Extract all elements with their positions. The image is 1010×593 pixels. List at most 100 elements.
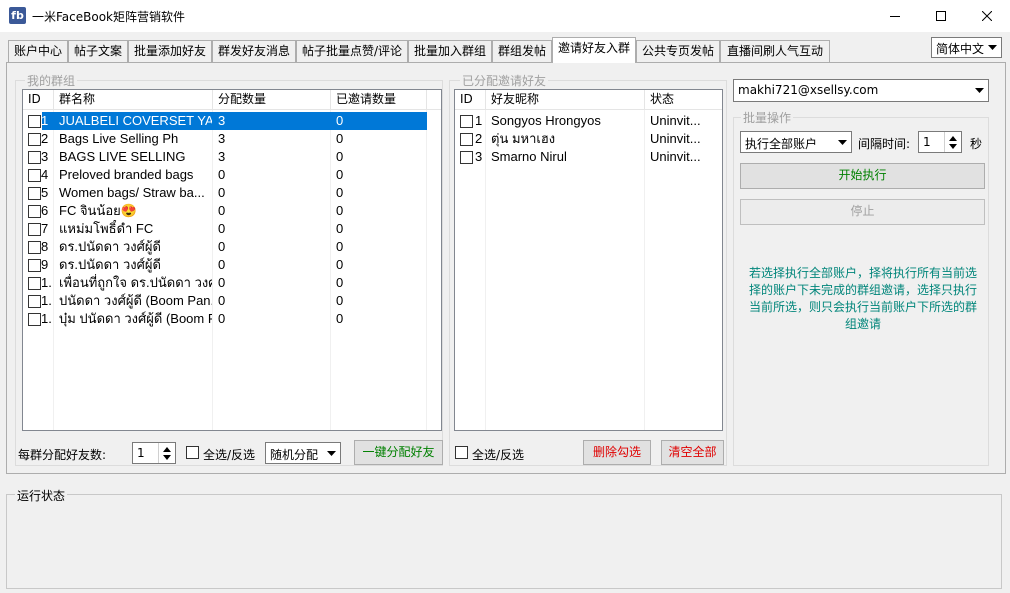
group-assigned-cell: 0 xyxy=(218,167,226,182)
run-mode-value: 执行全部账户 xyxy=(745,137,818,151)
group-invited-cell: 0 xyxy=(336,167,344,182)
col-friend-status[interactable]: 状态 xyxy=(645,90,722,110)
minimize-icon xyxy=(890,16,900,17)
group-id-cell: 3 xyxy=(41,149,49,164)
group-id-cell: 7 xyxy=(41,221,49,236)
per-group-count-label: 每群分配好友数: xyxy=(18,448,107,462)
select-all-friends-label[interactable]: 全选/反选 xyxy=(472,446,524,463)
language-dropdown-button[interactable] xyxy=(984,38,1001,57)
tab-batch-join-groups[interactable]: 批量加入群组 xyxy=(408,40,492,62)
tab-batch-add-friends[interactable]: 批量添加好友 xyxy=(128,40,212,62)
group-name-cell: ดร.ปนัดดา วงศ์ผู้ดี xyxy=(59,239,161,254)
col-friend-nickname[interactable]: 好友昵称 xyxy=(486,90,645,110)
window-title: 一米FaceBook矩阵营销软件 xyxy=(32,10,186,24)
group-invited-cell: 0 xyxy=(336,131,344,146)
tab-live-room-boost[interactable]: 直播间刷人气互动 xyxy=(720,40,830,62)
maximize-icon xyxy=(936,11,946,21)
stepper-buttons[interactable] xyxy=(158,443,175,463)
chevron-down-icon xyxy=(838,140,847,145)
close-button[interactable] xyxy=(964,0,1010,32)
group-row[interactable]: 9 ดร.ปนัดดา วงศ์ผู้ดี 0 0 xyxy=(23,256,441,274)
group-row[interactable]: 1 JUALBELI COVERSET YA... 3 0 xyxy=(23,112,441,130)
friend-nickname-cell: Smarno Nirul xyxy=(491,149,567,164)
interval-stepper[interactable]: 1 xyxy=(918,131,962,153)
clear-all-button[interactable]: 清空全部 xyxy=(661,440,724,465)
select-all-friends-checkbox[interactable] xyxy=(455,446,468,459)
assigned-friends-list[interactable]: ID 好友昵称 状态 1 Songyos Hrongyos Uninvit... 2 ต… xyxy=(454,89,723,431)
my-groups-header: ID 群名称 分配数量 已邀请数量 xyxy=(23,90,441,110)
interval-label: 间隔时间: xyxy=(858,137,911,151)
group-row[interactable]: 6 FC จินน้อย😍 0 0 xyxy=(23,202,441,220)
tab-page-post[interactable]: 公共专页发帖 xyxy=(636,40,720,62)
col-id[interactable]: ID xyxy=(23,90,54,110)
per-group-count-stepper[interactable]: 1 xyxy=(132,442,176,464)
select-all-groups-label[interactable]: 全选/反选 xyxy=(203,446,255,463)
friend-row[interactable]: 1 Songyos Hrongyos Uninvit... xyxy=(455,112,722,130)
group-invited-cell: 0 xyxy=(336,113,344,128)
group-row[interactable]: 3 BAGS LIVE SELLING 3 0 xyxy=(23,148,441,166)
group-row[interactable]: 1. บุ๋ม ปนัดดา วงศ์ผู้ดี (Boom P... 0 0 xyxy=(23,310,441,328)
account-dropdown-button[interactable] xyxy=(971,80,988,101)
tab-mass-message[interactable]: 群发好友消息 xyxy=(212,40,296,62)
delete-checked-button[interactable]: 删除勾选 xyxy=(583,440,651,465)
friend-id-cell: 2 xyxy=(475,131,483,146)
group-id-cell: 2 xyxy=(41,131,49,146)
tab-account-center[interactable]: 账户中心 xyxy=(8,40,68,62)
distribution-dropdown-button[interactable] xyxy=(323,443,340,463)
chevron-down-icon[interactable] xyxy=(163,455,171,460)
group-name-cell: JUALBELI COVERSET YA... xyxy=(59,113,212,128)
one-click-assign-button[interactable]: 一键分配好友 xyxy=(354,440,443,465)
chevron-up-icon[interactable] xyxy=(163,447,171,452)
friend-row[interactable]: 2 ตุ่น มหาเฮง Uninvit... xyxy=(455,130,722,148)
col-invited-count[interactable]: 已邀请数量 xyxy=(331,90,427,110)
my-groups-legend: 我的群组 xyxy=(25,72,78,89)
account-select[interactable]: makhi721@xsellsy.com xyxy=(733,79,989,102)
group-invited-cell: 0 xyxy=(336,275,344,290)
chevron-down-icon[interactable] xyxy=(949,144,957,149)
tab-invite-friends-to-group[interactable]: 邀请好友入群 xyxy=(552,37,636,63)
tab-group-post[interactable]: 群组发帖 xyxy=(492,40,552,62)
run-mode-dropdown-button[interactable] xyxy=(834,132,851,152)
group-id-cell: 5 xyxy=(41,185,49,200)
group-row[interactable]: 7 แหม่มโพธิ์ดำ FC 0 0 xyxy=(23,220,441,238)
group-row[interactable]: 8 ดร.ปนัดดา วงศ์ผู้ดี 0 0 xyxy=(23,238,441,256)
my-groups-list[interactable]: ID 群名称 分配数量 已邀请数量 1 JUALBELI COVERSET YA.… xyxy=(22,89,442,431)
group-name-cell: ปนัดดา วงศ์ผู้ดี (Boom Pan... xyxy=(59,293,212,308)
group-invited-cell: 0 xyxy=(336,239,344,254)
group-row[interactable]: 4 Preloved branded bags 0 0 xyxy=(23,166,441,184)
friend-row[interactable]: 3 Smarno Nirul Uninvit... xyxy=(455,148,722,166)
stop-button[interactable]: 停止 xyxy=(740,199,985,225)
run-mode-help-text: 若选择执行全部账户，择将执行所有当前选择的账户下未完成的群组邀请，选择只执行当前… xyxy=(748,266,977,331)
group-name-cell: BAGS LIVE SELLING xyxy=(59,149,186,164)
group-name-cell: Bags Live Selling Ph xyxy=(59,131,179,146)
group-invited-cell: 0 xyxy=(336,203,344,218)
chevron-down-icon xyxy=(327,451,336,456)
select-all-groups-checkbox[interactable] xyxy=(186,446,199,459)
interval-unit: 秒 xyxy=(970,137,983,151)
interval-stepper-buttons[interactable] xyxy=(944,132,961,152)
language-select[interactable]: 简体中文 xyxy=(931,37,1002,58)
minimize-button[interactable] xyxy=(872,0,918,32)
group-assigned-cell: 0 xyxy=(218,293,226,308)
group-assigned-cell: 0 xyxy=(218,275,226,290)
tab-batch-like-comment[interactable]: 帖子批量点赞/评论 xyxy=(296,40,408,62)
tab-post-copy[interactable]: 帖子文案 xyxy=(68,40,128,62)
run-mode-select[interactable]: 执行全部账户 xyxy=(740,131,852,153)
distribution-mode-select[interactable]: 随机分配 xyxy=(265,442,341,464)
title-bar: fb 一米FaceBook矩阵营销软件 xyxy=(0,0,1010,32)
group-invited-cell: 0 xyxy=(336,221,344,236)
group-assigned-cell: 3 xyxy=(218,131,226,146)
col-group-name[interactable]: 群名称 xyxy=(54,90,213,110)
group-assigned-cell: 0 xyxy=(218,203,226,218)
col-assigned-count[interactable]: 分配数量 xyxy=(213,90,331,110)
col-friend-id[interactable]: ID xyxy=(455,90,486,110)
maximize-button[interactable] xyxy=(918,0,964,32)
group-row[interactable]: 1. ปนัดดา วงศ์ผู้ดี (Boom Pan... 0 0 xyxy=(23,292,441,310)
friend-status-cell: Uninvit... xyxy=(650,149,701,164)
group-row[interactable]: 5 Women bags/ Straw ba... 0 0 xyxy=(23,184,441,202)
start-button[interactable]: 开始执行 xyxy=(740,163,985,189)
chevron-up-icon[interactable] xyxy=(949,136,957,141)
group-row[interactable]: 1. เพื่อนที่ถูกใจ ดร.ปนัดดา วงศ์ผู้ดี 0 0 xyxy=(23,274,441,292)
group-invited-cell: 0 xyxy=(336,257,344,272)
group-row[interactable]: 2 Bags Live Selling Ph 3 0 xyxy=(23,130,441,148)
